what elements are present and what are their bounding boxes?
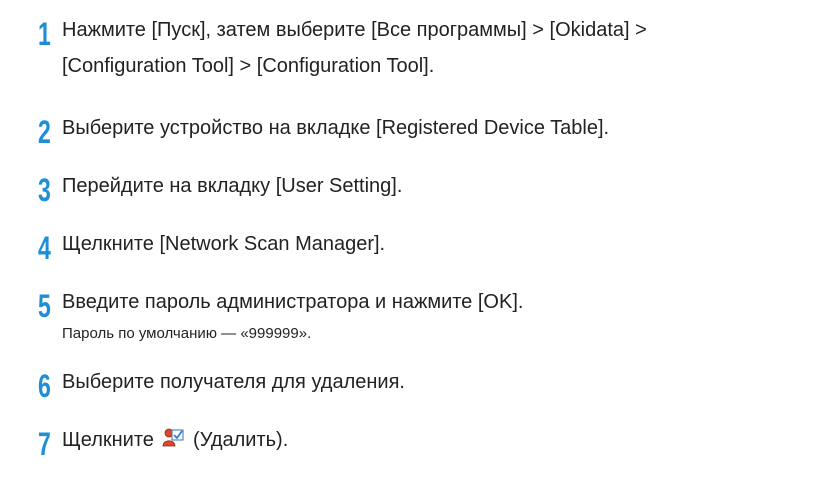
step-number: 7 bbox=[38, 426, 51, 462]
step-text-line-2: [Configuration Tool] > [Configuration To… bbox=[62, 55, 435, 77]
step-number: 5 bbox=[38, 288, 51, 324]
step-note: Пароль по умолчанию — «999999». bbox=[62, 325, 312, 342]
step-text: Введите пароль администратора и нажмите … bbox=[62, 291, 524, 313]
step-text: Выберите устройство на вкладке [Register… bbox=[62, 117, 610, 139]
step-text: Щелкните (Удалить). bbox=[62, 424, 288, 457]
delete-destination-icon bbox=[161, 427, 185, 449]
step-text: Выберите получателя для удаления. bbox=[62, 371, 405, 393]
step-number: 4 bbox=[38, 230, 51, 266]
step-number: 2 bbox=[38, 114, 51, 150]
step-text: Щелкните [Network Scan Manager]. bbox=[62, 233, 386, 255]
step-text-after-icon: (Удалить). bbox=[193, 429, 289, 451]
step-text-before-icon: Щелкните bbox=[62, 429, 154, 451]
step-number: 3 bbox=[38, 172, 51, 208]
step-number: 1 bbox=[38, 16, 51, 52]
step-text: Перейдите на вкладку [User Setting]. bbox=[62, 175, 403, 197]
step-text-line-1: Нажмите [Пуск], затем выберите [Все прог… bbox=[62, 19, 647, 41]
step-number: 6 bbox=[38, 368, 51, 404]
